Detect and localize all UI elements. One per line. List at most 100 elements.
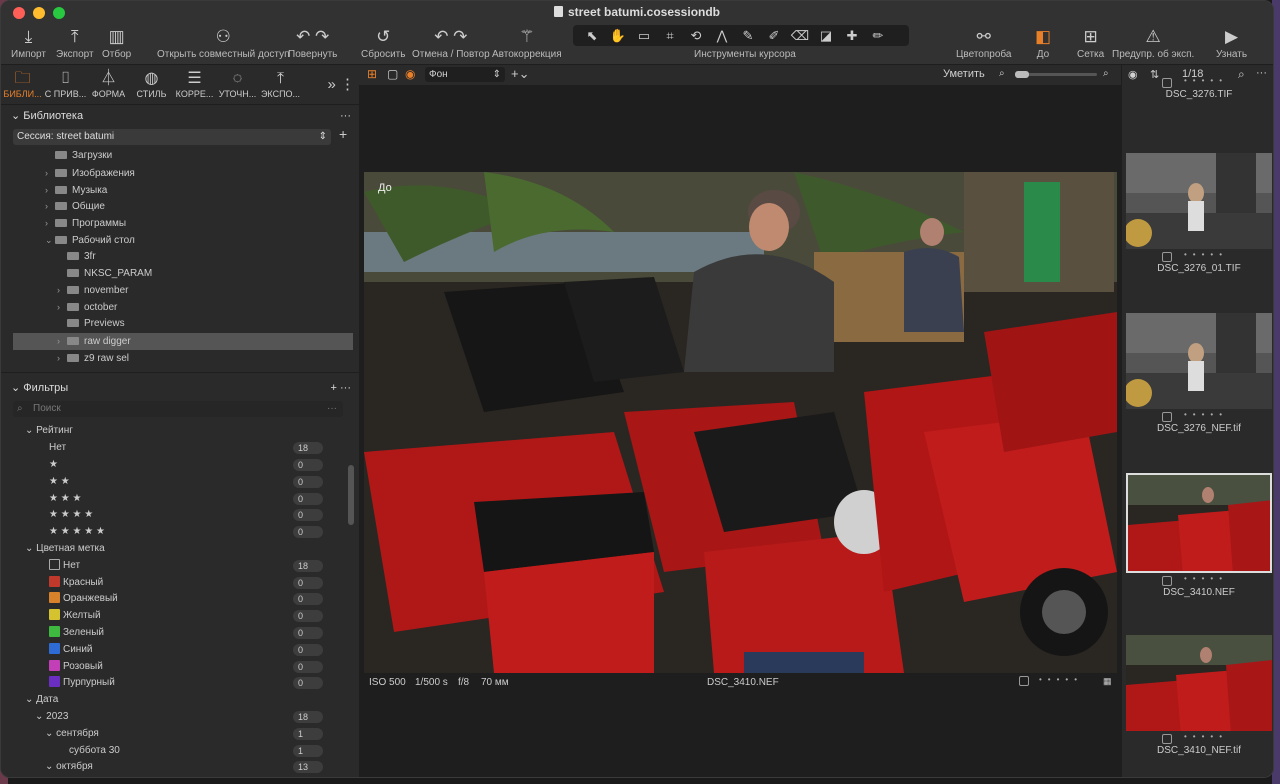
more-icon[interactable]: ··· [340, 105, 351, 127]
tab-6[interactable]: ◌ УТОЧН... [216, 65, 259, 104]
filter-row[interactable]: ★ ★ ★ ★ ★ 0 [1, 524, 359, 541]
filter-group-header[interactable]: ⌄ Рейтинг [1, 423, 359, 440]
gradient-tool-icon[interactable]: ◪ [813, 28, 839, 44]
import-button[interactable]: ⤓ Импорт [11, 25, 46, 60]
exposure-warning-button[interactable]: ⚠ Предупр. об эксп. [1112, 25, 1194, 60]
tree-item[interactable]: › Программы [1, 215, 359, 232]
eraser-tool-icon[interactable]: ⌫ [787, 28, 813, 44]
filters-header[interactable]: ⌄ Фильтры + ··· [1, 377, 359, 399]
undo-redo-button[interactable]: ↶ ↷ Отмена / Повтор [412, 25, 490, 60]
brush-tool-icon[interactable]: ✐ [761, 28, 787, 44]
minimize-window-button[interactable] [33, 7, 45, 19]
select-checkbox[interactable] [1162, 412, 1172, 422]
export-button[interactable]: ⤒ Экспорт [56, 25, 94, 60]
fit-button[interactable]: Уметить [943, 68, 985, 80]
rotate-button[interactable]: ↶ ↷ Повернуть [288, 25, 337, 60]
session-select[interactable]: Сессия: street batumi ⇕ [13, 129, 331, 145]
date-row[interactable]: ⌄ сентября 1 [1, 726, 359, 743]
tab-3[interactable]: ⏃ ФОРМА [87, 65, 130, 104]
pan-tool-icon[interactable]: ✋ [605, 28, 631, 44]
library-header[interactable]: ⌄ Библиотека ··· [1, 105, 359, 127]
date-row[interactable]: ⌄ 2023 18 [1, 709, 359, 726]
zoom-slider-thumb[interactable] [1015, 71, 1029, 78]
select-checkbox[interactable] [1162, 78, 1172, 88]
annotate-tool-icon[interactable]: ✏ [865, 28, 891, 44]
tab-4[interactable]: ◍ СТИЛЬ [130, 65, 173, 104]
tree-item[interactable]: › Музыка [1, 182, 359, 199]
close-window-button[interactable] [13, 7, 25, 19]
autocorrect-button[interactable]: ⚚ Автокоррекция [492, 25, 562, 60]
zoom-in-icon[interactable]: ⌕ [1103, 68, 1109, 79]
tree-item[interactable]: › z9 raw sel [1, 350, 359, 367]
rating-stars[interactable]: ••••• [1184, 574, 1228, 583]
filter-group-header[interactable]: ⌄ Дата [1, 692, 359, 709]
select-checkbox[interactable] [1162, 576, 1172, 586]
select-checkbox[interactable] [1162, 734, 1172, 744]
filter-row[interactable]: Нет 18 [1, 440, 359, 457]
thumbnail[interactable]: ••••• DSC_3410.NEF [1126, 473, 1272, 598]
filter-row[interactable]: Красный 0 [1, 575, 359, 592]
filter-row[interactable]: ★ ★ ★ ★ 0 [1, 507, 359, 524]
zoom-slider[interactable] [1015, 71, 1097, 78]
keystone-tool-icon[interactable]: ⋀ [709, 28, 735, 44]
thumbnail[interactable]: ••••• DSC_3276_NEF.tif [1126, 313, 1272, 434]
tab-5[interactable]: ☰ КОРРЕ... [173, 65, 216, 104]
select-checkbox[interactable] [1162, 252, 1172, 262]
color-probe-button[interactable]: ⚯ Цветопроба [956, 25, 1011, 60]
tree-item[interactable]: › Общие [1, 198, 359, 215]
grid-view-icon[interactable]: ⊞ [367, 67, 377, 81]
tree-item[interactable]: › october [1, 299, 359, 316]
background-select[interactable]: Фон ⇕ [425, 67, 505, 82]
picker-tool-icon[interactable]: ✎ [735, 28, 761, 44]
tree-item[interactable]: ⌄ Рабочий стол [1, 232, 359, 249]
tree-item[interactable]: 3fr [1, 249, 359, 266]
date-row[interactable]: ⌄ октября 13 [1, 759, 359, 776]
grid-button[interactable]: ⊞ Сетка [1077, 25, 1104, 60]
search-input[interactable]: ⌕ Поиск ··· [13, 401, 343, 418]
rating-stars[interactable]: ••••• [1039, 675, 1083, 684]
proof-view-icon[interactable]: ◉ [405, 67, 415, 81]
tree-item[interactable]: Previews [1, 316, 359, 333]
crop-tool-icon[interactable]: ⌗ [657, 28, 683, 44]
add-view-icon[interactable]: +⌄ [511, 66, 529, 82]
thumbnail[interactable]: ••••• DSC_3276.TIF [1126, 75, 1272, 100]
color-tag-icon[interactable]: ▦ [1103, 676, 1112, 687]
rating-stars[interactable]: ••••• [1184, 250, 1228, 259]
loupe-tool-icon[interactable]: ▭ [631, 28, 657, 44]
date-row[interactable]: суббота 30 1 [1, 743, 359, 760]
filter-row[interactable]: ★ 0 [1, 457, 359, 474]
more-tabs-icon[interactable]: » ⋮ [327, 75, 355, 93]
filter-row[interactable]: Розовый 0 [1, 659, 359, 676]
zoom-window-button[interactable] [53, 7, 65, 19]
filter-row[interactable]: Нет 18 [1, 558, 359, 575]
filter-group-header[interactable]: ⌄ Цветная метка [1, 541, 359, 558]
tab-7[interactable]: ⤒ ЭКСПО... [259, 65, 302, 104]
scrollbar[interactable] [348, 465, 354, 525]
tree-item[interactable]: Загрузки [1, 148, 359, 165]
tree-item[interactable]: › raw digger [13, 332, 353, 350]
filter-row[interactable]: Синий 0 [1, 642, 359, 659]
more-icon[interactable]: ··· [327, 401, 337, 417]
single-view-icon[interactable]: ▢ [387, 67, 398, 81]
learn-button[interactable]: ▶ Узнать [1216, 25, 1247, 60]
select-checkbox[interactable] [1019, 676, 1029, 686]
tab-1[interactable]: 🗀 БИБЛИ... [1, 65, 44, 104]
tree-item[interactable]: NKSC_PARAM [1, 266, 359, 283]
zoom-out-icon[interactable]: ⌕ [999, 68, 1005, 79]
heal-tool-icon[interactable]: ✚ [839, 28, 865, 44]
filter-row[interactable]: ★ ★ 0 [1, 474, 359, 491]
cull-button[interactable]: ▥ Отбор [102, 25, 131, 60]
filter-row[interactable]: ★ ★ ★ 0 [1, 491, 359, 508]
reset-button[interactable]: ↺ Сбросить [361, 25, 405, 60]
filter-row[interactable]: Оранжевый 0 [1, 591, 359, 608]
rating-stars[interactable]: ••••• [1184, 732, 1228, 741]
filter-row[interactable]: Зеленый 0 [1, 625, 359, 642]
add-more-icon[interactable]: + ··· [331, 377, 351, 399]
before-button[interactable]: ◧ До [1035, 25, 1051, 60]
add-icon[interactable]: + [339, 126, 347, 142]
tree-item[interactable]: › Изображения [1, 165, 359, 182]
rotate-tool-icon[interactable]: ⟲ [683, 28, 709, 44]
filter-row[interactable]: Желтый 0 [1, 608, 359, 625]
tree-item[interactable]: › november [1, 282, 359, 299]
filter-row[interactable]: Пурпурный 0 [1, 675, 359, 692]
